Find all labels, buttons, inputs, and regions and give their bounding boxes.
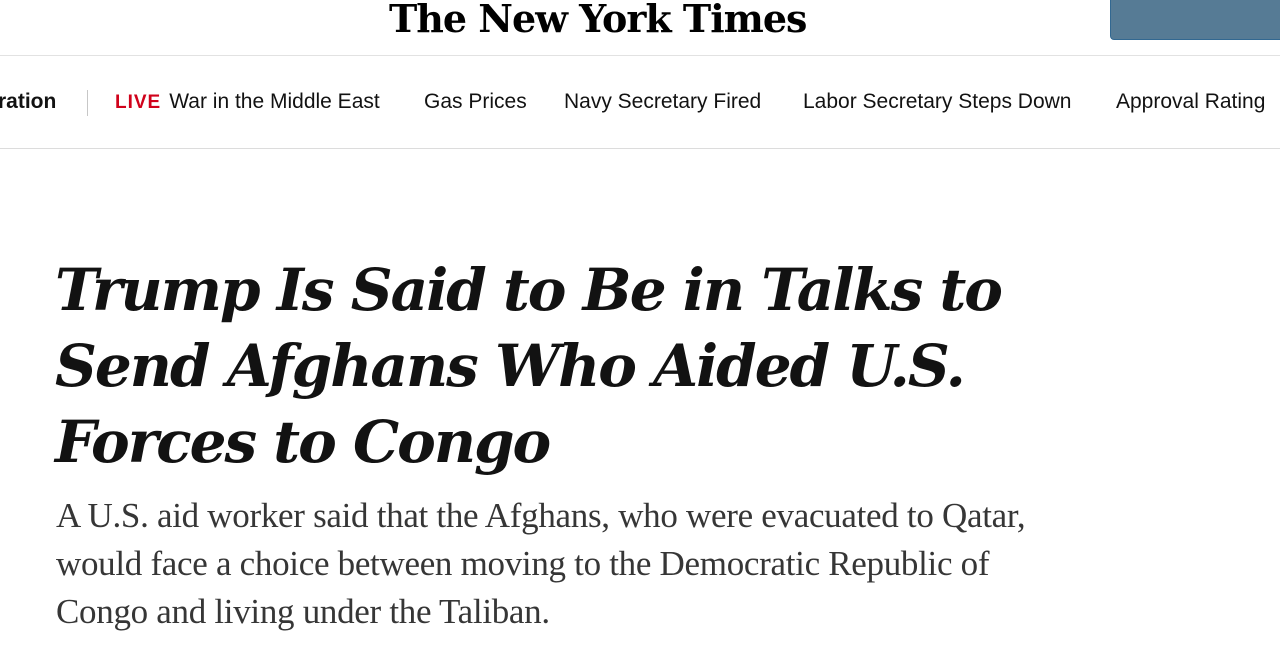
account-button[interactable] (1110, 0, 1280, 40)
article-summary: A U.S. aid worker said that the Afghans,… (56, 496, 1026, 631)
nav-divider (87, 90, 88, 116)
nav-item-war-middle-east[interactable]: LIVE War in the Middle East (115, 90, 380, 114)
masthead: The New York Times (0, 0, 1280, 56)
article-headline[interactable]: Trump Is Said to Be in Talks to Send Afg… (55, 252, 1015, 480)
nav-item-navy-secretary[interactable]: Navy Secretary Fired (564, 90, 761, 114)
nav-item-gas-prices[interactable]: Gas Prices (424, 90, 527, 114)
nav-item-approval-rating[interactable]: Approval Rating (1116, 90, 1265, 114)
nyt-logo[interactable]: The New York Times (389, 0, 807, 41)
nav-item-label: War in the Middle East (169, 90, 380, 113)
section-nav: ration LIVE War in the Middle East Gas Pr… (0, 57, 1280, 149)
live-badge: LIVE (115, 92, 162, 113)
nav-item-labor-secretary[interactable]: Labor Secretary Steps Down (803, 90, 1071, 114)
nav-item-administration[interactable]: ration (0, 90, 56, 114)
